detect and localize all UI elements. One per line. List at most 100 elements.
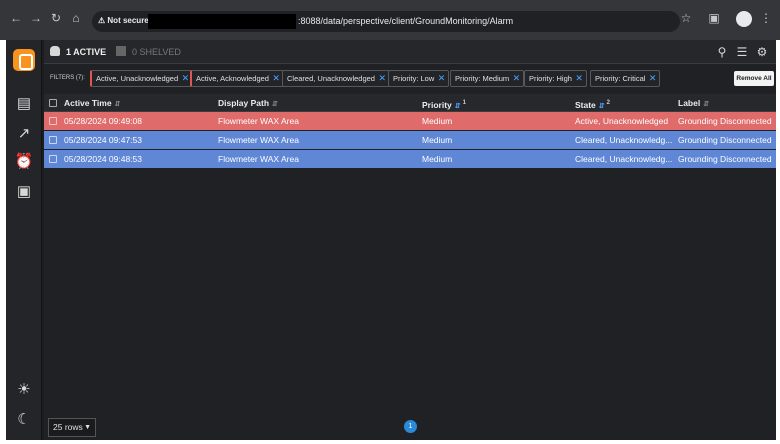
trend-line-icon[interactable]: ↗ — [14, 124, 34, 144]
tab-active[interactable]: 1 ACTIVE — [50, 40, 106, 64]
cell-state: Cleared, Unacknowledg... — [575, 135, 673, 145]
cell-priority: Medium — [422, 135, 453, 145]
table-row[interactable]: 05/28/2024 09:47:53 Flowmeter WAX Area M… — [44, 131, 776, 150]
tab-shelved[interactable]: 0 SHELVED — [116, 40, 181, 64]
alarm-tabs: 1 ACTIVE 0 SHELVED ⚲ ☰ ⚙ — [44, 40, 776, 64]
extensions-icon[interactable]: ▣ — [706, 10, 722, 26]
remove-filter-icon[interactable]: ✕ — [575, 71, 583, 86]
cell-display-path: Flowmeter WAX Area — [218, 154, 299, 164]
url-text: :8088/data/perspective/client/GroundMoni… — [298, 16, 514, 26]
filter-chip-label: Priority: Medium — [455, 74, 510, 83]
not-secure-indicator[interactable]: ⚠ Not secure — [98, 16, 149, 25]
sort-order: 2 — [606, 100, 611, 106]
remove-all-button[interactable]: Remove All — [734, 71, 774, 86]
filter-bar: FILTERS (7): Active, Unacknowledged ✕ Act… — [44, 66, 776, 92]
shelved-icon — [116, 46, 126, 56]
bookmark-star-icon[interactable]: ☆ — [678, 10, 694, 26]
filter-chip[interactable]: Active, Acknowledged ✕ — [190, 70, 284, 87]
back-icon[interactable]: ← — [8, 10, 24, 26]
light-mode-sun-icon[interactable]: ☀ — [14, 380, 34, 400]
table-row[interactable]: 05/28/2024 09:49:08 Flowmeter WAX Area M… — [44, 112, 776, 131]
cell-label: Grounding Disconnected — [678, 135, 772, 145]
sidebar: ▤ ↗ ⏰ ▣ ☀ ☾ — [6, 40, 42, 440]
remove-filter-icon[interactable]: ✕ — [182, 71, 190, 86]
dark-mode-moon-icon[interactable]: ☾ — [14, 410, 34, 430]
perspective-app: ▤ ↗ ⏰ ▣ ☀ ☾ 1 ACTIVE 0 SHELVED ⚲ ☰ ⚙ FIL… — [6, 40, 776, 440]
column-header-display-path[interactable]: Display Path ⇵ — [218, 94, 278, 112]
bar-chart-icon[interactable]: ▤ — [14, 94, 34, 114]
cell-state: Active, Unacknowledged — [575, 116, 669, 126]
remove-filter-icon[interactable]: ✕ — [272, 71, 280, 86]
rows-per-page-value: 25 rows — [53, 422, 83, 432]
filter-chip[interactable]: Priority: Medium ✕ — [450, 70, 525, 87]
remove-filter-icon[interactable]: ✕ — [438, 71, 446, 86]
column-title: Display Path — [218, 98, 270, 108]
contact-card-icon[interactable]: ▣ — [14, 182, 34, 202]
page-button[interactable]: 1 — [404, 420, 417, 433]
column-header-active-time[interactable]: Active Time ⇵ — [64, 94, 120, 112]
column-title: Priority — [422, 99, 452, 110]
cell-priority: Medium — [422, 154, 453, 164]
row-checkbox[interactable] — [49, 117, 57, 125]
filter-chip[interactable]: Priority: Low ✕ — [388, 70, 450, 87]
browser-menu-icon[interactable]: ⋮ — [758, 10, 774, 26]
filter-chip[interactable]: Priority: High ✕ — [524, 70, 587, 87]
table-header: Active Time ⇵ Display Path ⇵ Priority ⇵ 1 St… — [44, 94, 776, 112]
cell-label: Grounding Disconnected — [678, 154, 772, 164]
profile-avatar[interactable] — [736, 11, 752, 27]
redacted-host — [148, 14, 296, 29]
remove-filter-icon[interactable]: ✕ — [378, 71, 386, 86]
column-title: Label — [678, 98, 701, 108]
filters-label: FILTERS (7): — [50, 75, 85, 81]
row-checkbox[interactable] — [49, 155, 57, 163]
remove-filter-icon[interactable]: ✕ — [649, 71, 657, 86]
column-title: Active Time — [64, 98, 112, 108]
filter-icon[interactable]: ☰ — [734, 44, 750, 60]
home-icon[interactable]: ⌂ — [68, 10, 84, 26]
rows-per-page-select[interactable]: 25 rows ▼ — [48, 418, 96, 437]
filter-chip[interactable]: Active, Unacknowledged ✕ — [90, 70, 194, 87]
cell-display-path: Flowmeter WAX Area — [218, 135, 299, 145]
sort-icon: ⇵ — [703, 101, 710, 108]
sort-icon: ⇵ — [272, 101, 278, 108]
filter-chip-label: Priority: High — [529, 74, 572, 83]
browser-toolbar: ← → ↻ ⌂ ⚠ Not secure :8088/data/perspect… — [0, 0, 780, 40]
sort-icon: ⇵ — [598, 102, 605, 110]
sort-order: 1 — [462, 100, 466, 106]
cell-label: Grounding Disconnected — [678, 116, 772, 126]
cell-display-path: Flowmeter WAX Area — [218, 116, 299, 126]
not-secure-label: Not secure — [107, 16, 149, 25]
filter-chip[interactable]: Priority: Critical ✕ — [590, 70, 661, 87]
cell-active-time: 05/28/2024 09:47:53 — [64, 135, 142, 145]
cell-active-time: 05/28/2024 09:49:08 — [64, 116, 142, 126]
remove-filter-icon[interactable]: ✕ — [513, 71, 521, 86]
logo-icon[interactable] — [13, 49, 35, 71]
table-row[interactable]: 05/28/2024 09:48:53 Flowmeter WAX Area M… — [44, 150, 776, 169]
reload-icon[interactable]: ↻ — [48, 10, 64, 26]
alarm-clock-icon[interactable]: ⏰ — [14, 152, 34, 172]
tab-active-label: 1 ACTIVE — [66, 47, 107, 57]
cell-priority: Medium — [422, 116, 453, 126]
filter-chip-label: Active, Unacknowledged — [96, 74, 179, 83]
column-title: State — [575, 99, 596, 110]
column-header-priority[interactable]: Priority ⇵ 1 — [422, 94, 466, 112]
tab-shelved-label: 0 SHELVED — [132, 47, 181, 57]
bell-icon — [50, 46, 60, 56]
filter-chip[interactable]: Cleared, Unacknowledged ✕ — [282, 70, 390, 87]
filter-chip-label: Priority: Critical — [595, 74, 646, 83]
filter-chip-label: Priority: Low — [393, 74, 435, 83]
settings-gear-icon[interactable]: ⚙ — [754, 44, 770, 60]
forward-icon[interactable]: → — [28, 10, 44, 26]
sort-icon: ⇵ — [454, 102, 461, 110]
filter-chip-label: Cleared, Unacknowledged — [287, 74, 375, 83]
cell-state: Cleared, Unacknowledg... — [575, 154, 673, 164]
select-all-checkbox[interactable] — [49, 99, 57, 107]
column-header-label[interactable]: Label ⇵ — [678, 94, 709, 112]
column-header-state[interactable]: State ⇵ 2 — [575, 94, 610, 112]
cell-active-time: 05/28/2024 09:48:53 — [64, 154, 142, 164]
search-icon[interactable]: ⚲ — [714, 44, 730, 60]
row-checkbox[interactable] — [49, 136, 57, 144]
address-bar[interactable]: ⚠ Not secure :8088/data/perspective/clie… — [92, 11, 680, 32]
dropdown-caret-icon: ▼ — [84, 424, 91, 431]
filter-chip-label: Active, Acknowledged — [196, 74, 269, 83]
